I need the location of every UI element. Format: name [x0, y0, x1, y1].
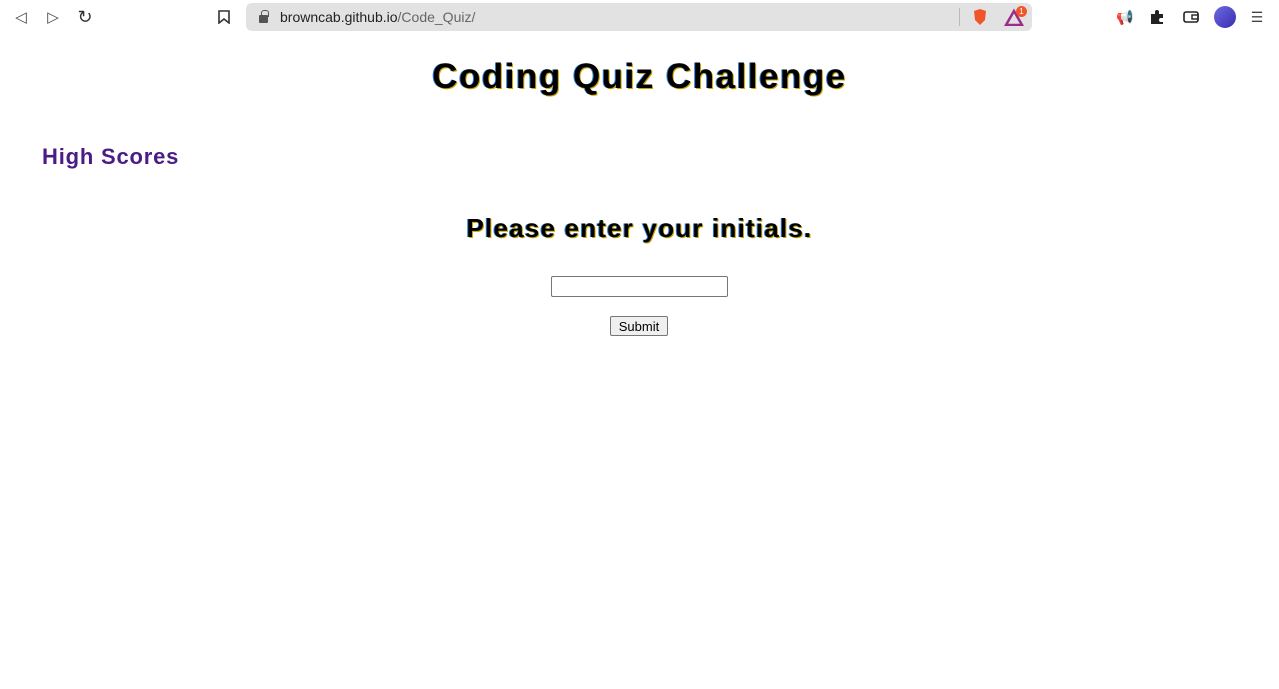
back-icon[interactable]: ◁ [11, 7, 31, 27]
browser-toolbar: ◁ ▷ ↻ browncab.github.io/Code_Quiz/ 1 📢 … [0, 0, 1279, 35]
brave-rewards-icon[interactable]: 1 [1004, 6, 1027, 27]
wallet-icon[interactable] [1181, 7, 1201, 27]
initials-input[interactable] [551, 276, 728, 297]
brave-shield-icon[interactable] [970, 7, 990, 27]
initials-prompt: Please enter your initials. [466, 213, 813, 243]
high-scores-link[interactable]: High Scores [42, 144, 179, 170]
reload-icon[interactable]: ↻ [75, 7, 95, 27]
divider [959, 8, 960, 26]
menu-icon[interactable]: ☰ [1247, 7, 1267, 27]
rewards-badge: 1 [1016, 6, 1027, 17]
lock-icon [259, 10, 269, 23]
url-path: /Code_Quiz/ [397, 9, 476, 25]
page-title: Coding Quiz Challenge [432, 57, 847, 96]
address-bar[interactable]: browncab.github.io/Code_Quiz/ [246, 3, 1032, 31]
extensions-icon[interactable] [1147, 7, 1167, 27]
submit-button[interactable]: Submit [610, 316, 668, 336]
brave-news-icon[interactable]: 📢 [1115, 7, 1135, 27]
profile-avatar[interactable] [1214, 6, 1236, 28]
bookmark-icon[interactable] [214, 7, 234, 27]
forward-icon[interactable]: ▷ [43, 7, 63, 27]
url-host: browncab.github.io [280, 9, 398, 25]
